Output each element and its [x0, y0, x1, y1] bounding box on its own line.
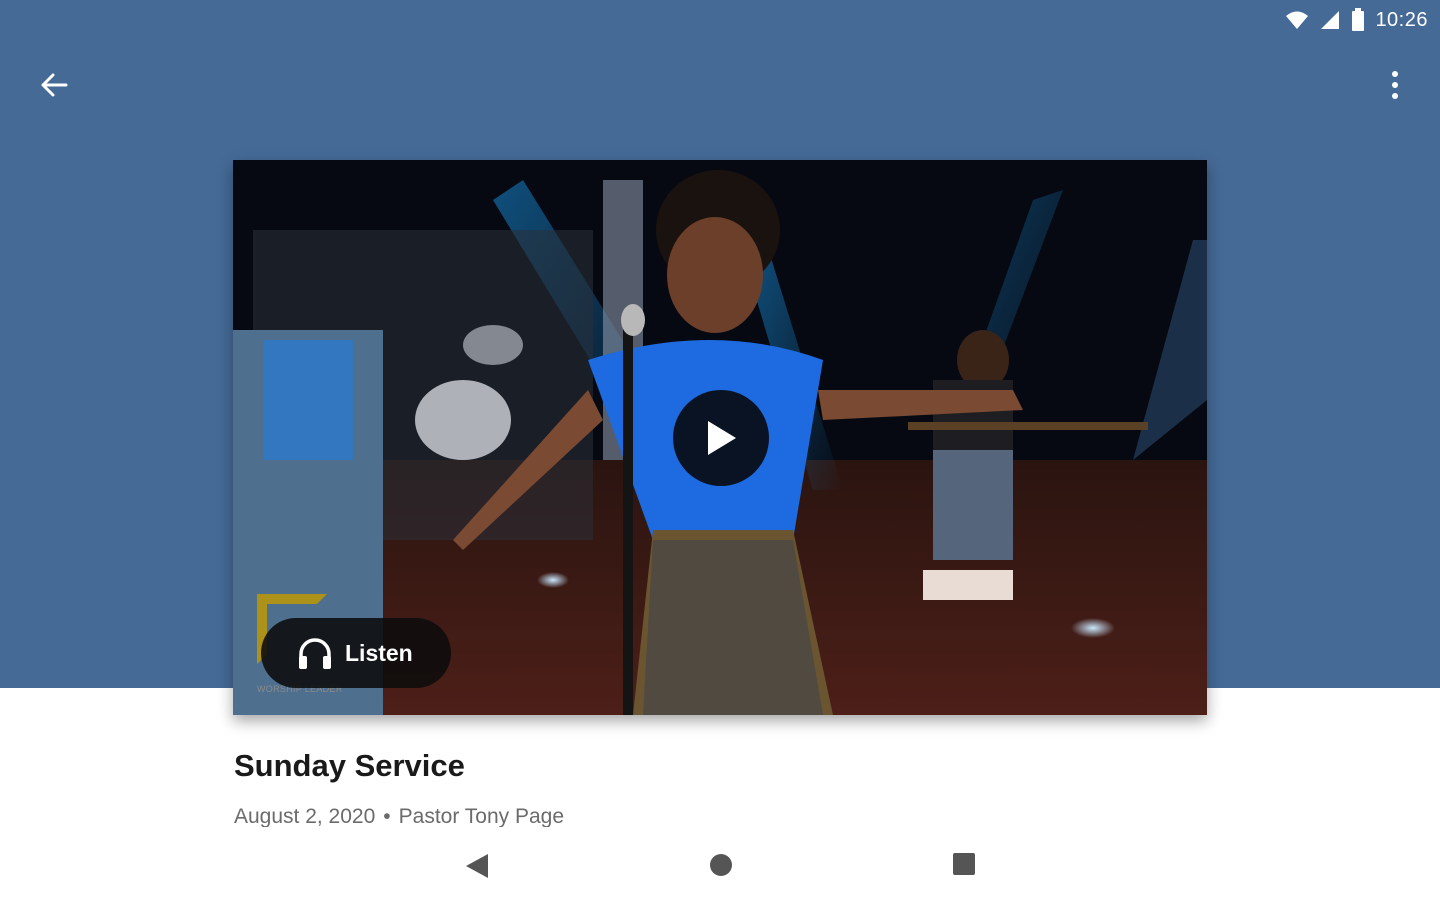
overflow-menu-button[interactable] — [1374, 62, 1416, 108]
wifi-icon — [1286, 11, 1309, 29]
listen-label: Listen — [345, 639, 413, 666]
back-triangle-icon[interactable] — [464, 852, 490, 880]
more-vertical-icon — [1392, 71, 1398, 99]
system-navigation-bar — [0, 838, 1440, 900]
service-date: August 2, 2020 — [234, 805, 376, 827]
arrow-left-icon — [41, 73, 68, 97]
headphones-icon — [299, 638, 331, 669]
home-circle-icon[interactable] — [708, 852, 734, 878]
play-button[interactable] — [673, 390, 769, 486]
cell-signal-icon — [1321, 11, 1340, 29]
service-speaker: Pastor Tony Page — [398, 805, 565, 827]
meta-separator: • — [383, 805, 391, 827]
status-bar: 10:26 — [1285, 0, 1440, 40]
service-meta: August 2, 2020 • Pastor Tony Page — [234, 805, 564, 827]
back-button[interactable] — [30, 64, 78, 106]
video-thumbnail[interactable]: WORSHIP LEADER Listen — [233, 160, 1207, 715]
recents-square-icon[interactable] — [952, 852, 976, 876]
page-title: Sunday Service — [234, 748, 465, 783]
play-icon — [708, 421, 736, 455]
status-time: 10:26 — [1375, 8, 1428, 31]
listen-button[interactable]: Listen — [261, 618, 451, 688]
battery-icon — [1352, 8, 1365, 31]
